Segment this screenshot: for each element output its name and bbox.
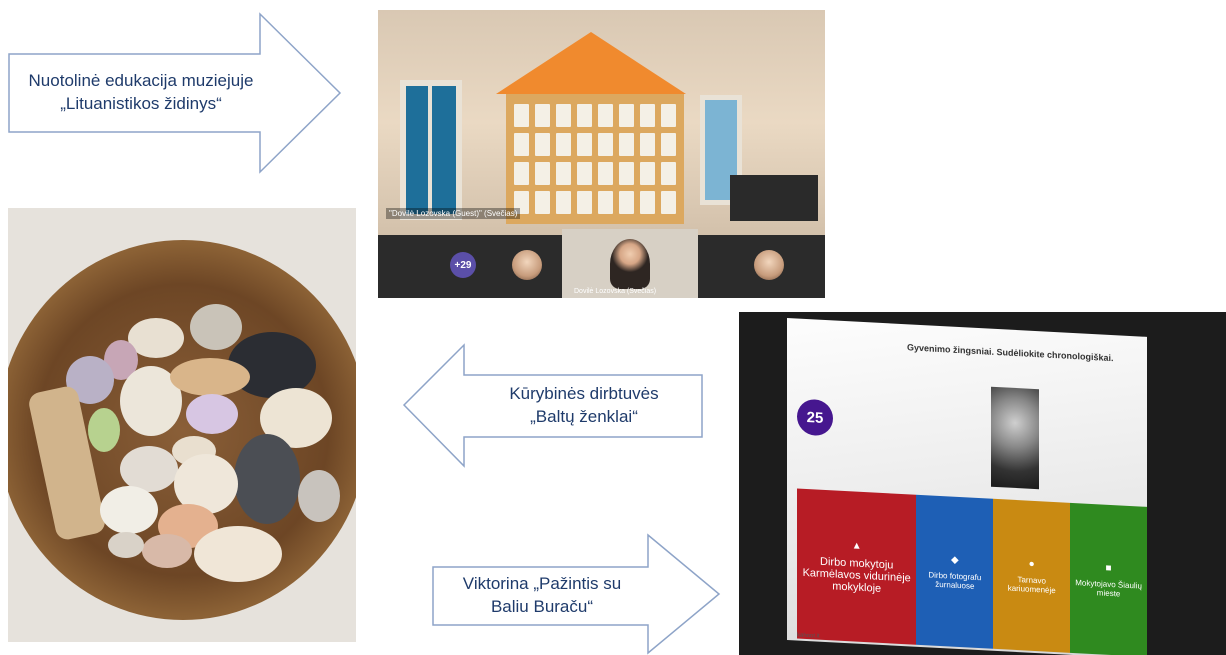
answer-grid: ▲ Dirbo mokytoju Karmėlavos vidurinėje m… — [797, 488, 1148, 655]
stone — [88, 408, 120, 452]
arrow-creative-workshop-label: Kūrybinės dirbtuvės „Baltų ženklai“ — [466, 375, 702, 437]
answer-option: ■ Mokytojavo Šiaulių mieste — [1070, 502, 1148, 655]
speaker-name-tag: "Dovilė Lozovska (Guest)" (Svečias) — [386, 208, 521, 219]
answer-text: Tarnavo kariuomenėje — [1007, 574, 1056, 595]
answer-text: Mokytojavo Šiaulių mieste — [1075, 577, 1142, 598]
stone — [186, 394, 238, 434]
video-main-feed: "Dovilė Lozovska (Guest)" (Svečias) — [378, 10, 825, 235]
presenter-name: Dovilė Lozovska (Svečias) — [574, 288, 657, 295]
window-left — [400, 80, 462, 220]
participant-avatar — [512, 250, 542, 280]
stone — [100, 486, 158, 534]
answer-text: Dirbo fotografu žurnaluose — [928, 569, 982, 591]
quiz-smartboard-photo: Gyvenimo žingsniai. Sudėliokite chronolo… — [739, 312, 1226, 655]
arrow-text-line: Baliu Buraču“ — [490, 597, 594, 616]
arrow-text-line: Kūrybinės dirbtuvės — [509, 384, 659, 404]
video-call-photo: "Dovilė Lozovska (Guest)" (Svečias) +29 … — [378, 10, 825, 298]
arrow-quiz: Viktorina „Pažintis su Baliu Buraču“ — [432, 533, 722, 655]
self-view-box — [730, 175, 818, 221]
participants-count-badge: +29 — [450, 252, 476, 278]
answer-text: Dirbo mokytoju Karmėlavos vidurinėje mok… — [802, 555, 911, 595]
stone — [108, 532, 144, 558]
projected-screen: Gyvenimo žingsniai. Sudėliokite chronolo… — [787, 318, 1148, 655]
participant-avatar — [754, 250, 784, 280]
answer-option: ▲ Dirbo mokytoju Karmėlavos vidurinėje m… — [797, 488, 917, 645]
arrow-quiz-label: Viktorina „Pažintis su Baliu Buraču“ — [434, 567, 650, 625]
answer-option: ● Tarnavo kariuomenėje — [993, 498, 1071, 653]
stone — [298, 470, 340, 522]
kahoot-footer: kahoot.it — [797, 632, 820, 640]
house-model-roof — [496, 32, 686, 94]
portrait-image — [991, 386, 1039, 490]
house-model-body — [506, 94, 684, 224]
circle-icon: ● — [1028, 558, 1035, 570]
answer-option: ◆ Dirbo fotografu žurnaluose — [916, 494, 994, 649]
presenter-tile: Dovilė Lozovska (Svečias) — [562, 229, 698, 298]
stone — [234, 434, 300, 524]
triangle-icon: ▲ — [851, 539, 862, 552]
presenter-person — [610, 239, 650, 289]
square-icon: ■ — [1105, 562, 1112, 574]
arrow-remote-education-label: Nuotolinė edukacija muziejuje „Lituanist… — [16, 54, 266, 132]
stone — [142, 534, 192, 568]
arrow-text-line: „Lituanistikos židinys“ — [60, 94, 222, 113]
stone — [194, 526, 282, 582]
quiz-timer: 25 — [797, 398, 833, 437]
quiz-title: Gyvenimo žingsniai. Sudėliokite chronolo… — [907, 342, 1114, 364]
stone — [190, 304, 242, 350]
painted-stones-photo — [8, 208, 356, 642]
arrow-text-line: „Baltų ženklai“ — [530, 407, 638, 426]
arrow-text-line: Viktorina „Pažintis su — [462, 574, 622, 594]
diamond-icon: ◆ — [950, 554, 959, 566]
arrow-text-line: Nuotolinė edukacija muziejuje — [28, 71, 254, 91]
arrow-remote-education: Nuotolinė edukacija muziejuje „Lituanist… — [8, 12, 343, 174]
stone — [170, 358, 250, 396]
arrow-creative-workshop: Kūrybinės dirbtuvės „Baltų ženklai“ — [402, 343, 704, 468]
